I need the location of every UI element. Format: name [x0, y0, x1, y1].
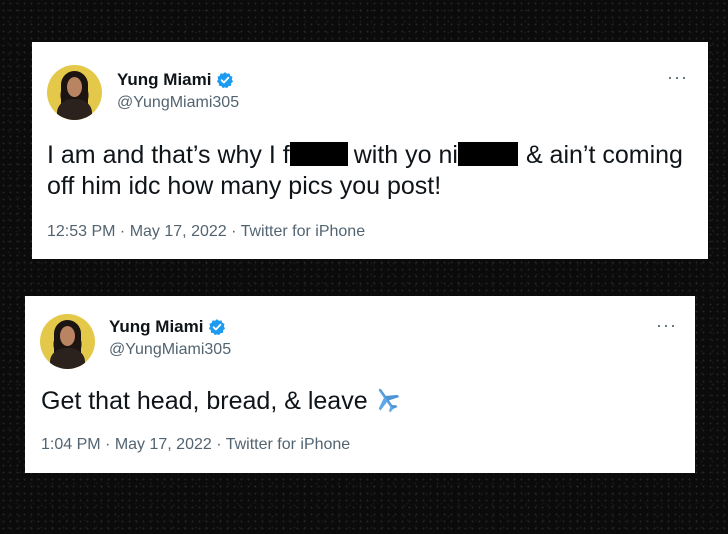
airplane-emoji-icon: [378, 388, 399, 413]
avatar[interactable]: [47, 65, 102, 120]
tweet-text-part-1: I am and that’s why I f: [47, 141, 290, 169]
verified-badge-icon: [217, 72, 234, 89]
tweet-card-2[interactable]: Yung Miami @YungMiami305 ··· Get that he…: [25, 296, 695, 473]
meta-separator: ·: [211, 436, 226, 453]
author-name[interactable]: Yung Miami: [109, 317, 203, 337]
author-name-row[interactable]: Yung Miami: [109, 317, 226, 337]
tweet-source[interactable]: Twitter for iPhone: [241, 223, 366, 240]
avatar[interactable]: [40, 314, 95, 369]
tweet-source[interactable]: Twitter for iPhone: [226, 436, 351, 453]
tweet-date[interactable]: May 17, 2022: [115, 436, 212, 453]
tweet-text-part-2: with yo ni: [353, 141, 458, 169]
meta-separator: ·: [115, 223, 130, 240]
meta-separator: ·: [100, 436, 115, 453]
tweet-text-body: Get that head, bread, & leave: [41, 387, 368, 415]
censor-bar: [457, 142, 518, 166]
tweet-time[interactable]: 1:04 PM: [41, 436, 101, 453]
author-handle[interactable]: @YungMiami305: [109, 341, 231, 359]
meta-separator: ·: [226, 223, 241, 240]
more-options-icon[interactable]: ···: [667, 68, 688, 86]
tweet-text: Get that head, bread, & leave: [41, 385, 681, 417]
tweet-date[interactable]: May 17, 2022: [130, 223, 227, 240]
censor-bar: [289, 142, 348, 166]
tweet-card-1[interactable]: Yung Miami @YungMiami305 ··· I am and th…: [32, 42, 708, 259]
author-name-row[interactable]: Yung Miami: [117, 70, 234, 90]
tweet-time[interactable]: 12:53 PM: [47, 223, 115, 240]
tweet-text: I am and that’s why I f with yo ni & ain’t…: [47, 140, 697, 202]
tweet-meta: 1:04 PM · May 17, 2022 · Twitter for iPh…: [41, 436, 350, 454]
tweet-meta: 12:53 PM · May 17, 2022 · Twitter for iP…: [47, 223, 365, 241]
author-name[interactable]: Yung Miami: [117, 70, 211, 90]
verified-badge-icon: [209, 319, 226, 336]
more-options-icon[interactable]: ···: [656, 316, 677, 334]
author-handle[interactable]: @YungMiami305: [117, 94, 239, 112]
